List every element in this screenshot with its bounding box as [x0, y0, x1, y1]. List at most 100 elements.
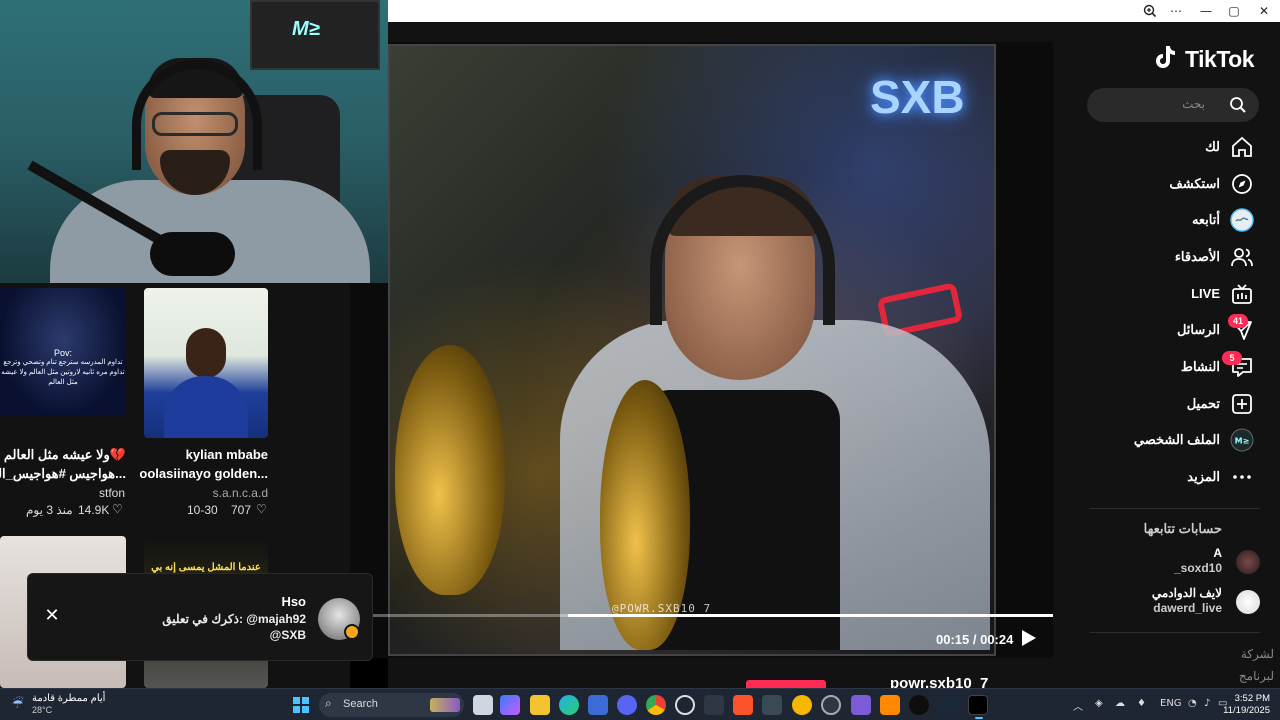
sidebar-item-friends[interactable]: الأصدقاء: [1080, 243, 1260, 271]
store-icon[interactable]: [588, 695, 608, 715]
following-account[interactable]: لايف الدوادمي dawerd_live: [1090, 586, 1260, 622]
windows-start-icon[interactable]: [293, 697, 309, 713]
card-author[interactable]: stfon: [99, 486, 125, 500]
system-clock[interactable]: 3:52 PM 11/19/2025: [1223, 693, 1270, 717]
maximize-button[interactable]: ▢: [1224, 2, 1244, 20]
taskbar: ☔ أيام ممطرة قادمة 28°C ⌕ Search ︿ ◈ ☁ ♦: [0, 688, 1280, 720]
video-thumbnail[interactable]: Pov: تداوم المدرسه سترجع تنام وتصحي وترج…: [0, 288, 126, 416]
input-language[interactable]: ENG: [1160, 698, 1182, 709]
sidebar-item-messages[interactable]: الرسائل 41: [1080, 314, 1260, 344]
wifi-icon[interactable]: ◔: [1188, 698, 1197, 709]
compass-icon: [1232, 174, 1252, 194]
search-placeholder: بحث: [1182, 97, 1205, 111]
sidebar-divider: [1090, 632, 1260, 633]
card-author[interactable]: s.a.n.c.a.d: [213, 486, 268, 500]
settings-gear-icon[interactable]: [675, 695, 695, 715]
tv-app-icon[interactable]: [851, 695, 871, 715]
thumbnail-person-face: [186, 328, 226, 378]
card-likes: 707: [231, 503, 252, 517]
tray-app-icon[interactable]: ◈: [1095, 698, 1103, 709]
adobe-app-icon[interactable]: [880, 695, 900, 715]
home-icon: [1232, 136, 1252, 157]
sidebar-item-upload[interactable]: تحميل: [1080, 390, 1260, 418]
obs-icon[interactable]: [821, 695, 841, 715]
card-title-line2[interactable]: #هواجيس #هواجيس_الليل...: [0, 466, 126, 482]
sidebar-item-label: الملف الشخصي: [1133, 432, 1220, 447]
notification-sender: Hso: [281, 594, 306, 609]
tray-overflow-icon[interactable]: ︿: [1073, 698, 1083, 713]
steam-icon[interactable]: [939, 695, 959, 715]
copilot-icon[interactable]: [500, 695, 520, 715]
search-input[interactable]: بحث: [1087, 88, 1259, 122]
taskbar-search[interactable]: ⌕ Search: [319, 693, 464, 717]
sidebar-item-label: المزيد: [1187, 469, 1220, 484]
close-notification-button[interactable]: ✕: [40, 604, 64, 628]
card-title-line2[interactable]: oolasiinayo golden...: [139, 466, 268, 481]
emoji-app-icon[interactable]: [792, 695, 812, 715]
weather-widget[interactable]: ☔ أيام ممطرة قادمة 28°C: [12, 693, 122, 717]
thumbnail-overlay-text: عندما المشل يمسى إنه بي: [151, 562, 261, 573]
card-title[interactable]: ولا عيشه مثل العالم💔: [4, 447, 126, 463]
video-thumbnail[interactable]: [144, 288, 268, 438]
sidebar-item-activity[interactable]: النشاط 5: [1080, 351, 1260, 381]
sidebar-item-following[interactable]: أتابعه: [1080, 206, 1260, 234]
sidebar-item-explore[interactable]: استكشف: [1080, 170, 1260, 198]
file-explorer-icon[interactable]: [530, 695, 550, 715]
footer-link[interactable]: لشركة: [1241, 647, 1274, 661]
sidebar-item-profile[interactable]: الملف الشخصي M≥: [1080, 426, 1260, 454]
gaming-app-icon[interactable]: [909, 695, 929, 715]
brave-icon[interactable]: [733, 695, 753, 715]
live-icon: [1232, 284, 1252, 304]
close-window-button[interactable]: ✕: [1254, 2, 1274, 20]
tiktok-logo[interactable]: TikTok: [1185, 46, 1255, 73]
weather-temperature: 28°C: [32, 705, 53, 715]
minimize-button[interactable]: —: [1196, 2, 1216, 20]
edge-icon[interactable]: [559, 695, 579, 715]
chrome-icon[interactable]: [646, 695, 666, 715]
sidebar-item-label: لك: [1205, 139, 1220, 154]
heart-outline-icon: ♡: [256, 502, 267, 516]
profile-avatar-icon: M≥: [1230, 428, 1254, 452]
svg-text:M≥: M≥: [1235, 437, 1250, 446]
heart-outline-icon: ♡: [112, 502, 123, 516]
search-highlight-icon: [430, 698, 460, 712]
video-progress-fill: [567, 614, 1053, 617]
sidebar-item-more[interactable]: المزيد: [1080, 463, 1260, 491]
mention-notification[interactable]: ✕ Hso ذكرك في تعليق: @majah92 @SXB: [27, 573, 373, 661]
trophy-left: [395, 345, 505, 595]
account-handle: _soxd10: [1173, 561, 1222, 575]
account-name: لايف الدوادمي: [1151, 586, 1222, 600]
volume-icon[interactable]: ♪: [1204, 698, 1210, 709]
messages-badge: 41: [1228, 314, 1248, 328]
comment-badge-icon: [344, 624, 360, 640]
following-account[interactable]: A _soxd10: [1090, 546, 1260, 582]
tiktok-logo-icon: [1156, 46, 1175, 68]
account-name: A: [1213, 546, 1222, 560]
clock-date: 11/19/2025: [1223, 705, 1270, 716]
weather-forecast: أيام ممطرة قادمة: [32, 693, 106, 704]
discord-icon[interactable]: [617, 695, 637, 715]
video-progress-bar[interactable]: [350, 614, 1053, 617]
card-title[interactable]: kylian mbabe: [186, 447, 268, 462]
video-time: 00:15 / 00:24: [936, 632, 1014, 647]
sidebar-item-label: تحميل: [1186, 396, 1220, 411]
sidebar-item-for-you[interactable]: لك: [1080, 133, 1260, 161]
stream-logo: M≥: [292, 18, 320, 40]
upload-icon: [1232, 394, 1252, 414]
sidebar-item-live[interactable]: LIVE: [1080, 280, 1260, 308]
tray-cloud-icon[interactable]: ☁: [1115, 698, 1125, 709]
terminal-icon[interactable]: [762, 695, 782, 715]
avatar: [1236, 590, 1260, 614]
sidebar-item-label: النشاط: [1180, 359, 1220, 374]
more-dots-icon: [1233, 475, 1251, 479]
search-icon[interactable]: [1229, 96, 1247, 114]
footer-link[interactable]: لبرنامج: [1239, 669, 1274, 683]
more-icon[interactable]: ⋯: [1166, 2, 1186, 20]
play-icon[interactable]: [1018, 628, 1038, 648]
capcut-icon[interactable]: [704, 695, 724, 715]
microphone-icon[interactable]: ♦: [1137, 698, 1146, 709]
task-view-icon[interactable]: [473, 695, 493, 715]
zoom-in-icon[interactable]: [1140, 2, 1160, 20]
sidebar-item-label: استكشف: [1169, 176, 1220, 191]
tiktok-taskbar-icon[interactable]: [968, 695, 988, 719]
